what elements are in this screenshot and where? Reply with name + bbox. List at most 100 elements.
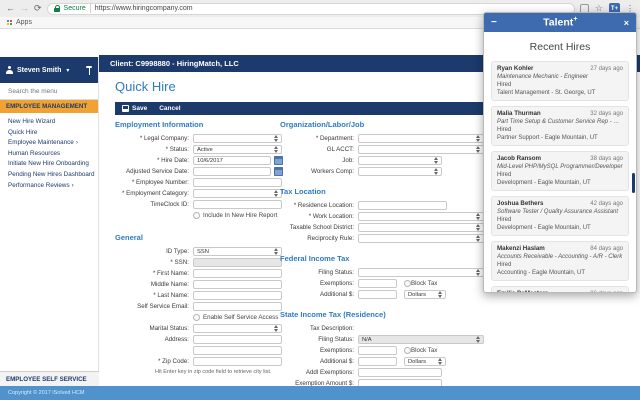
addl-exemptions-input[interactable] <box>358 368 442 377</box>
sidebar-search <box>0 83 98 100</box>
save-button[interactable]: Save <box>122 105 147 112</box>
form-hint: Hit Enter key in zip code field to retri… <box>115 367 305 377</box>
status-select[interactable]: Active <box>193 145 282 154</box>
popup-scrollbar-thumb[interactable] <box>632 173 635 193</box>
form-row: * First Name: <box>115 268 305 279</box>
form-row: Exemptions:Block Tax <box>280 345 495 356</box>
sidebar-item[interactable]: Pending New Hires Dashboard <box>0 170 98 181</box>
field-input[interactable] <box>193 346 282 355</box>
department-select[interactable] <box>358 134 484 143</box>
field-label: Reciprocity Rule: <box>280 235 358 242</box>
hire-title: Maintenance Mechanic - Engineer <box>497 73 623 81</box>
dollars-select[interactable]: Dollars <box>404 357 446 366</box>
exemptions-input[interactable] <box>358 279 397 288</box>
block-tax-checkbox[interactable] <box>404 280 411 287</box>
sidebar-item[interactable]: Initiate New Hire Onboarding <box>0 159 98 170</box>
hire-card[interactable]: Ryan Kohler 27 days ago Maintenance Mech… <box>491 61 629 101</box>
form-row: Filing Status: <box>280 267 495 278</box>
field-label: Self Service Email: <box>115 303 193 310</box>
sidebar-item[interactable]: New Hire Wizard <box>0 117 98 128</box>
filing-status-select[interactable]: N/A <box>358 335 484 344</box>
middle-name-input[interactable] <box>193 280 282 289</box>
field-label: Filing Status: <box>280 269 358 276</box>
recent-hires-heading: Recent Hires <box>484 41 636 53</box>
section-heading: State Income Tax (Residence) <box>280 310 495 319</box>
reload-icon[interactable]: ⟳ <box>34 0 42 17</box>
hire-ago: 42 days ago <box>590 200 623 208</box>
field-label: Additional $: <box>280 291 358 298</box>
cancel-button[interactable]: Cancel <box>159 105 180 112</box>
first-name-input[interactable] <box>193 269 282 278</box>
hire-status: Hired <box>497 171 623 179</box>
hire-ago: 32 days ago <box>590 110 623 118</box>
field-label: Addl Exemptions: <box>280 369 358 376</box>
filing-status-select[interactable] <box>358 268 484 277</box>
residence-location-input[interactable] <box>358 201 447 210</box>
dollars-select[interactable]: Dollars <box>404 290 446 299</box>
form-row: Self Service Email: <box>115 301 305 312</box>
sidebar-item[interactable]: Quick Hire <box>0 128 98 139</box>
forward-icon[interactable]: → <box>20 0 29 17</box>
job-select[interactable] <box>358 156 442 165</box>
id-type-select[interactable]: SSN <box>193 247 282 256</box>
work-location-select[interactable] <box>358 212 484 221</box>
hire-card[interactable]: Makenzi Haslam 84 days ago Accounts Rece… <box>491 241 629 281</box>
form-row: Reciprocity Rule: <box>280 233 495 244</box>
checkbox-label: Enable Self Service Access <box>203 314 278 321</box>
zip-code-input[interactable] <box>193 357 282 366</box>
employment-category-select[interactable] <box>193 189 282 198</box>
timeclock-id-input[interactable] <box>193 200 282 209</box>
hire-status: Hired <box>497 81 623 89</box>
workers-comp-select[interactable] <box>358 167 442 176</box>
sidebar-item[interactable]: Human Resources <box>0 149 98 160</box>
self-service-email-input[interactable] <box>193 302 282 311</box>
address-input[interactable] <box>193 335 282 344</box>
hire-card[interactable]: Jacob Ransom 38 days ago Mid-Level PHP/M… <box>491 151 629 191</box>
pin-icon[interactable] <box>86 66 92 75</box>
form-row: * Work Location: <box>280 211 495 222</box>
sidebar-item[interactable]: Employee Maintenance› <box>0 138 98 149</box>
adjusted-service-date-input[interactable] <box>193 167 271 176</box>
additional-input[interactable] <box>358 357 397 366</box>
form-row: * Residence Location: <box>280 200 495 211</box>
hire-card[interactable]: Joshua Bethers 42 days ago Software Test… <box>491 196 629 236</box>
enable-self-service-access-checkbox[interactable] <box>193 314 200 321</box>
hire-name: Ryan Kohler <box>497 65 533 73</box>
additional-input[interactable] <box>358 290 397 299</box>
padlock-icon <box>54 5 60 12</box>
block-tax-checkbox[interactable] <box>404 347 411 354</box>
sidebar-section-employee-management[interactable]: EMPLOYEE MANAGEMENT <box>0 100 98 113</box>
back-icon[interactable]: ← <box>6 0 15 17</box>
sidebar-section-employee-self-service[interactable]: EMPLOYEE SELF SERVICE <box>0 371 99 386</box>
include-in-new-hire-report-checkbox[interactable] <box>193 212 200 219</box>
apps-bookmark[interactable]: Apps <box>16 19 32 26</box>
action-toolbar: Save Cancel <box>115 102 488 115</box>
last-name-input[interactable] <box>193 291 282 300</box>
taxable-school-district-select[interactable] <box>358 223 484 232</box>
legal-company-select[interactable] <box>193 134 282 143</box>
hire-date-input[interactable]: 10/6/2017 <box>193 156 271 165</box>
gl-acct-select[interactable] <box>358 145 484 154</box>
hire-card[interactable]: Emilie DeMasters 86 days ago <box>491 286 629 293</box>
footer: Copyright © 2017 iSolved HCM <box>0 386 640 400</box>
close-icon[interactable]: × <box>624 18 629 28</box>
checkbox-label: Block Tax <box>411 280 437 287</box>
form-row: Middle Name: <box>115 279 305 290</box>
search-input[interactable] <box>6 87 92 96</box>
employee-number-input[interactable] <box>193 178 282 187</box>
field-value: 10/6/2017 <box>197 158 223 164</box>
reciprocity-rule-select[interactable] <box>358 234 484 243</box>
exemptions-input[interactable] <box>358 346 397 355</box>
form-section: Employment Information* Legal Company:* … <box>115 120 305 221</box>
form-section: Tax Location* Residence Location:* Work … <box>280 187 495 244</box>
form-row: Additional $:Dollars <box>280 356 495 367</box>
marital-status-select[interactable] <box>193 324 282 333</box>
sidebar-item[interactable]: Performance Reviews› <box>0 181 98 192</box>
hire-card[interactable]: Malia Thurman 32 days ago Part Time Setu… <box>491 106 629 146</box>
user-menu[interactable]: Steven Smith ▾ <box>0 57 98 83</box>
hire-status: Hired <box>497 126 623 134</box>
field-label: Tax Description: <box>280 325 358 332</box>
ssn-input[interactable] <box>193 258 282 267</box>
hire-status: Hired <box>497 261 623 269</box>
field-value: N/A <box>362 337 372 343</box>
